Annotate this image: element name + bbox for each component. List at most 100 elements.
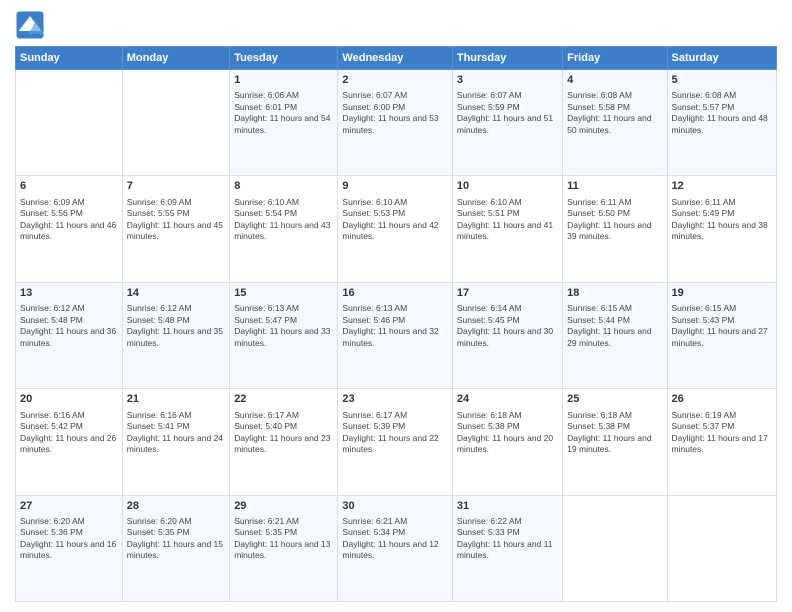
calendar-cell: 1 Sunrise: 6:06 AMSunset: 6:01 PMDaylight… [230,70,338,176]
calendar-cell: 24Sunrise: 6:18 AMSunset: 5:38 PMDayligh… [452,389,562,495]
cell-details: Sunrise: 6:08 AMSunset: 5:57 PMDaylight:… [672,90,772,136]
cell-details: Sunrise: 6:08 AMSunset: 5:58 PMDaylight:… [567,90,662,136]
calendar-cell: 23 Sunrise: 6:17 AMSunset: 5:39 PMDayligh… [338,389,452,495]
calendar-week-row: 1 Sunrise: 6:06 AMSunset: 6:01 PMDaylight… [16,70,777,176]
cell-details: Sunrise: 6:18 AMSunset: 5:38 PMDaylight:… [567,410,662,456]
calendar-cell: 11 Sunrise: 6:11 AMSunset: 5:50 PMDayligh… [563,176,667,282]
cell-details: Sunrise: 6:09 AMSunset: 5:55 PMDaylight:… [127,197,225,243]
day-number: 31 [457,499,558,514]
day-number: 9 [342,179,447,194]
day-number: 1 [234,73,333,88]
calendar-cell: 25 Sunrise: 6:18 AMSunset: 5:38 PMDayligh… [563,389,667,495]
cell-details: Sunrise: 6:06 AMSunset: 6:01 PMDaylight:… [234,90,333,136]
calendar-cell [667,495,776,601]
day-number: 22 [234,392,333,407]
cell-details: Sunrise: 6:21 AMSunset: 5:34 PMDaylight:… [342,516,447,562]
cell-details: Sunrise: 6:10 AMSunset: 5:51 PMDaylight:… [457,197,558,243]
cell-details: Sunrise: 6:17 AMSunset: 5:39 PMDaylight:… [342,410,447,456]
calendar-week-row: 13 Sunrise: 6:12 AMSunset: 5:48 PMDayligh… [16,282,777,388]
cell-details: Sunrise: 6:20 AMSunset: 5:36 PMDaylight:… [20,516,118,562]
col-saturday: Saturday [667,47,776,70]
calendar-cell: 8 Sunrise: 6:10 AMSunset: 5:54 PMDaylight… [230,176,338,282]
cell-details: Sunrise: 6:14 AMSunset: 5:45 PMDaylight:… [457,303,558,349]
cell-details: Sunrise: 6:21 AMSunset: 5:35 PMDaylight:… [234,516,333,562]
calendar-cell: 2Sunrise: 6:07 AMSunset: 6:00 PMDaylight… [338,70,452,176]
calendar-cell [563,495,667,601]
col-friday: Friday [563,47,667,70]
day-number: 28 [127,499,225,514]
day-number: 7 [127,179,225,194]
cell-details: Sunrise: 6:12 AMSunset: 5:48 PMDaylight:… [20,303,118,349]
page: Sunday Monday Tuesday Wednesday Thursday… [0,0,792,612]
cell-details: Sunrise: 6:09 AMSunset: 5:56 PMDaylight:… [20,197,118,243]
calendar-cell: 4 Sunrise: 6:08 AMSunset: 5:58 PMDaylight… [563,70,667,176]
calendar-cell: 18Sunrise: 6:15 AMSunset: 5:44 PMDayligh… [563,282,667,388]
calendar-table: Sunday Monday Tuesday Wednesday Thursday… [15,46,777,602]
calendar-cell: 26Sunrise: 6:19 AMSunset: 5:37 PMDayligh… [667,389,776,495]
day-number: 2 [342,73,447,88]
calendar-cell: 16Sunrise: 6:13 AMSunset: 5:46 PMDayligh… [338,282,452,388]
calendar-cell [122,70,229,176]
day-number: 30 [342,499,447,514]
calendar-cell: 10 Sunrise: 6:10 AMSunset: 5:51 PMDayligh… [452,176,562,282]
cell-details: Sunrise: 6:22 AMSunset: 5:33 PMDaylight:… [457,516,558,562]
day-number: 19 [672,286,772,301]
cell-details: Sunrise: 6:07 AMSunset: 5:59 PMDaylight:… [457,90,558,136]
calendar-week-row: 6 Sunrise: 6:09 AMSunset: 5:56 PMDaylight… [16,176,777,282]
calendar-cell: 14Sunrise: 6:12 AMSunset: 5:48 PMDayligh… [122,282,229,388]
calendar-week-row: 27 Sunrise: 6:20 AMSunset: 5:36 PMDayligh… [16,495,777,601]
calendar-cell: 6 Sunrise: 6:09 AMSunset: 5:56 PMDaylight… [16,176,123,282]
cell-details: Sunrise: 6:13 AMSunset: 5:46 PMDaylight:… [342,303,447,349]
calendar-cell: 5 Sunrise: 6:08 AMSunset: 5:57 PMDaylight… [667,70,776,176]
day-number: 8 [234,179,333,194]
cell-details: Sunrise: 6:19 AMSunset: 5:37 PMDaylight:… [672,410,772,456]
col-thursday: Thursday [452,47,562,70]
day-number: 25 [567,392,662,407]
col-wednesday: Wednesday [338,47,452,70]
calendar-cell: 22Sunrise: 6:17 AMSunset: 5:40 PMDayligh… [230,389,338,495]
calendar-body: 1 Sunrise: 6:06 AMSunset: 6:01 PMDaylight… [16,70,777,602]
calendar-cell: 19 Sunrise: 6:15 AMSunset: 5:43 PMDayligh… [667,282,776,388]
logo [15,10,49,40]
logo-icon [15,10,45,40]
calendar-cell: 12 Sunrise: 6:11 AMSunset: 5:49 PMDayligh… [667,176,776,282]
header-row: Sunday Monday Tuesday Wednesday Thursday… [16,47,777,70]
calendar-cell [16,70,123,176]
cell-details: Sunrise: 6:10 AMSunset: 5:54 PMDaylight:… [234,197,333,243]
day-number: 20 [20,392,118,407]
day-number: 11 [567,179,662,194]
day-number: 4 [567,73,662,88]
day-number: 5 [672,73,772,88]
cell-details: Sunrise: 6:11 AMSunset: 5:49 PMDaylight:… [672,197,772,243]
col-tuesday: Tuesday [230,47,338,70]
day-number: 10 [457,179,558,194]
calendar-cell: 21Sunrise: 6:16 AMSunset: 5:41 PMDayligh… [122,389,229,495]
calendar-cell: 29 Sunrise: 6:21 AMSunset: 5:35 PMDayligh… [230,495,338,601]
calendar-cell: 28 Sunrise: 6:20 AMSunset: 5:35 PMDayligh… [122,495,229,601]
day-number: 29 [234,499,333,514]
cell-details: Sunrise: 6:11 AMSunset: 5:50 PMDaylight:… [567,197,662,243]
calendar-cell: 15Sunrise: 6:13 AMSunset: 5:47 PMDayligh… [230,282,338,388]
calendar-cell: 17 Sunrise: 6:14 AMSunset: 5:45 PMDayligh… [452,282,562,388]
day-number: 21 [127,392,225,407]
day-number: 23 [342,392,447,407]
cell-details: Sunrise: 6:20 AMSunset: 5:35 PMDaylight:… [127,516,225,562]
calendar-cell: 7 Sunrise: 6:09 AMSunset: 5:55 PMDaylight… [122,176,229,282]
day-number: 3 [457,73,558,88]
calendar-cell: 9Sunrise: 6:10 AMSunset: 5:53 PMDaylight… [338,176,452,282]
day-number: 13 [20,286,118,301]
cell-details: Sunrise: 6:15 AMSunset: 5:43 PMDaylight:… [672,303,772,349]
calendar-cell: 20Sunrise: 6:16 AMSunset: 5:42 PMDayligh… [16,389,123,495]
day-number: 27 [20,499,118,514]
calendar-cell: 13 Sunrise: 6:12 AMSunset: 5:48 PMDayligh… [16,282,123,388]
calendar-cell: 27 Sunrise: 6:20 AMSunset: 5:36 PMDayligh… [16,495,123,601]
day-number: 12 [672,179,772,194]
calendar-header: Sunday Monday Tuesday Wednesday Thursday… [16,47,777,70]
cell-details: Sunrise: 6:18 AMSunset: 5:38 PMDaylight:… [457,410,558,456]
day-number: 6 [20,179,118,194]
calendar-week-row: 20Sunrise: 6:16 AMSunset: 5:42 PMDayligh… [16,389,777,495]
cell-details: Sunrise: 6:12 AMSunset: 5:48 PMDaylight:… [127,303,225,349]
cell-details: Sunrise: 6:13 AMSunset: 5:47 PMDaylight:… [234,303,333,349]
day-number: 17 [457,286,558,301]
col-monday: Monday [122,47,229,70]
